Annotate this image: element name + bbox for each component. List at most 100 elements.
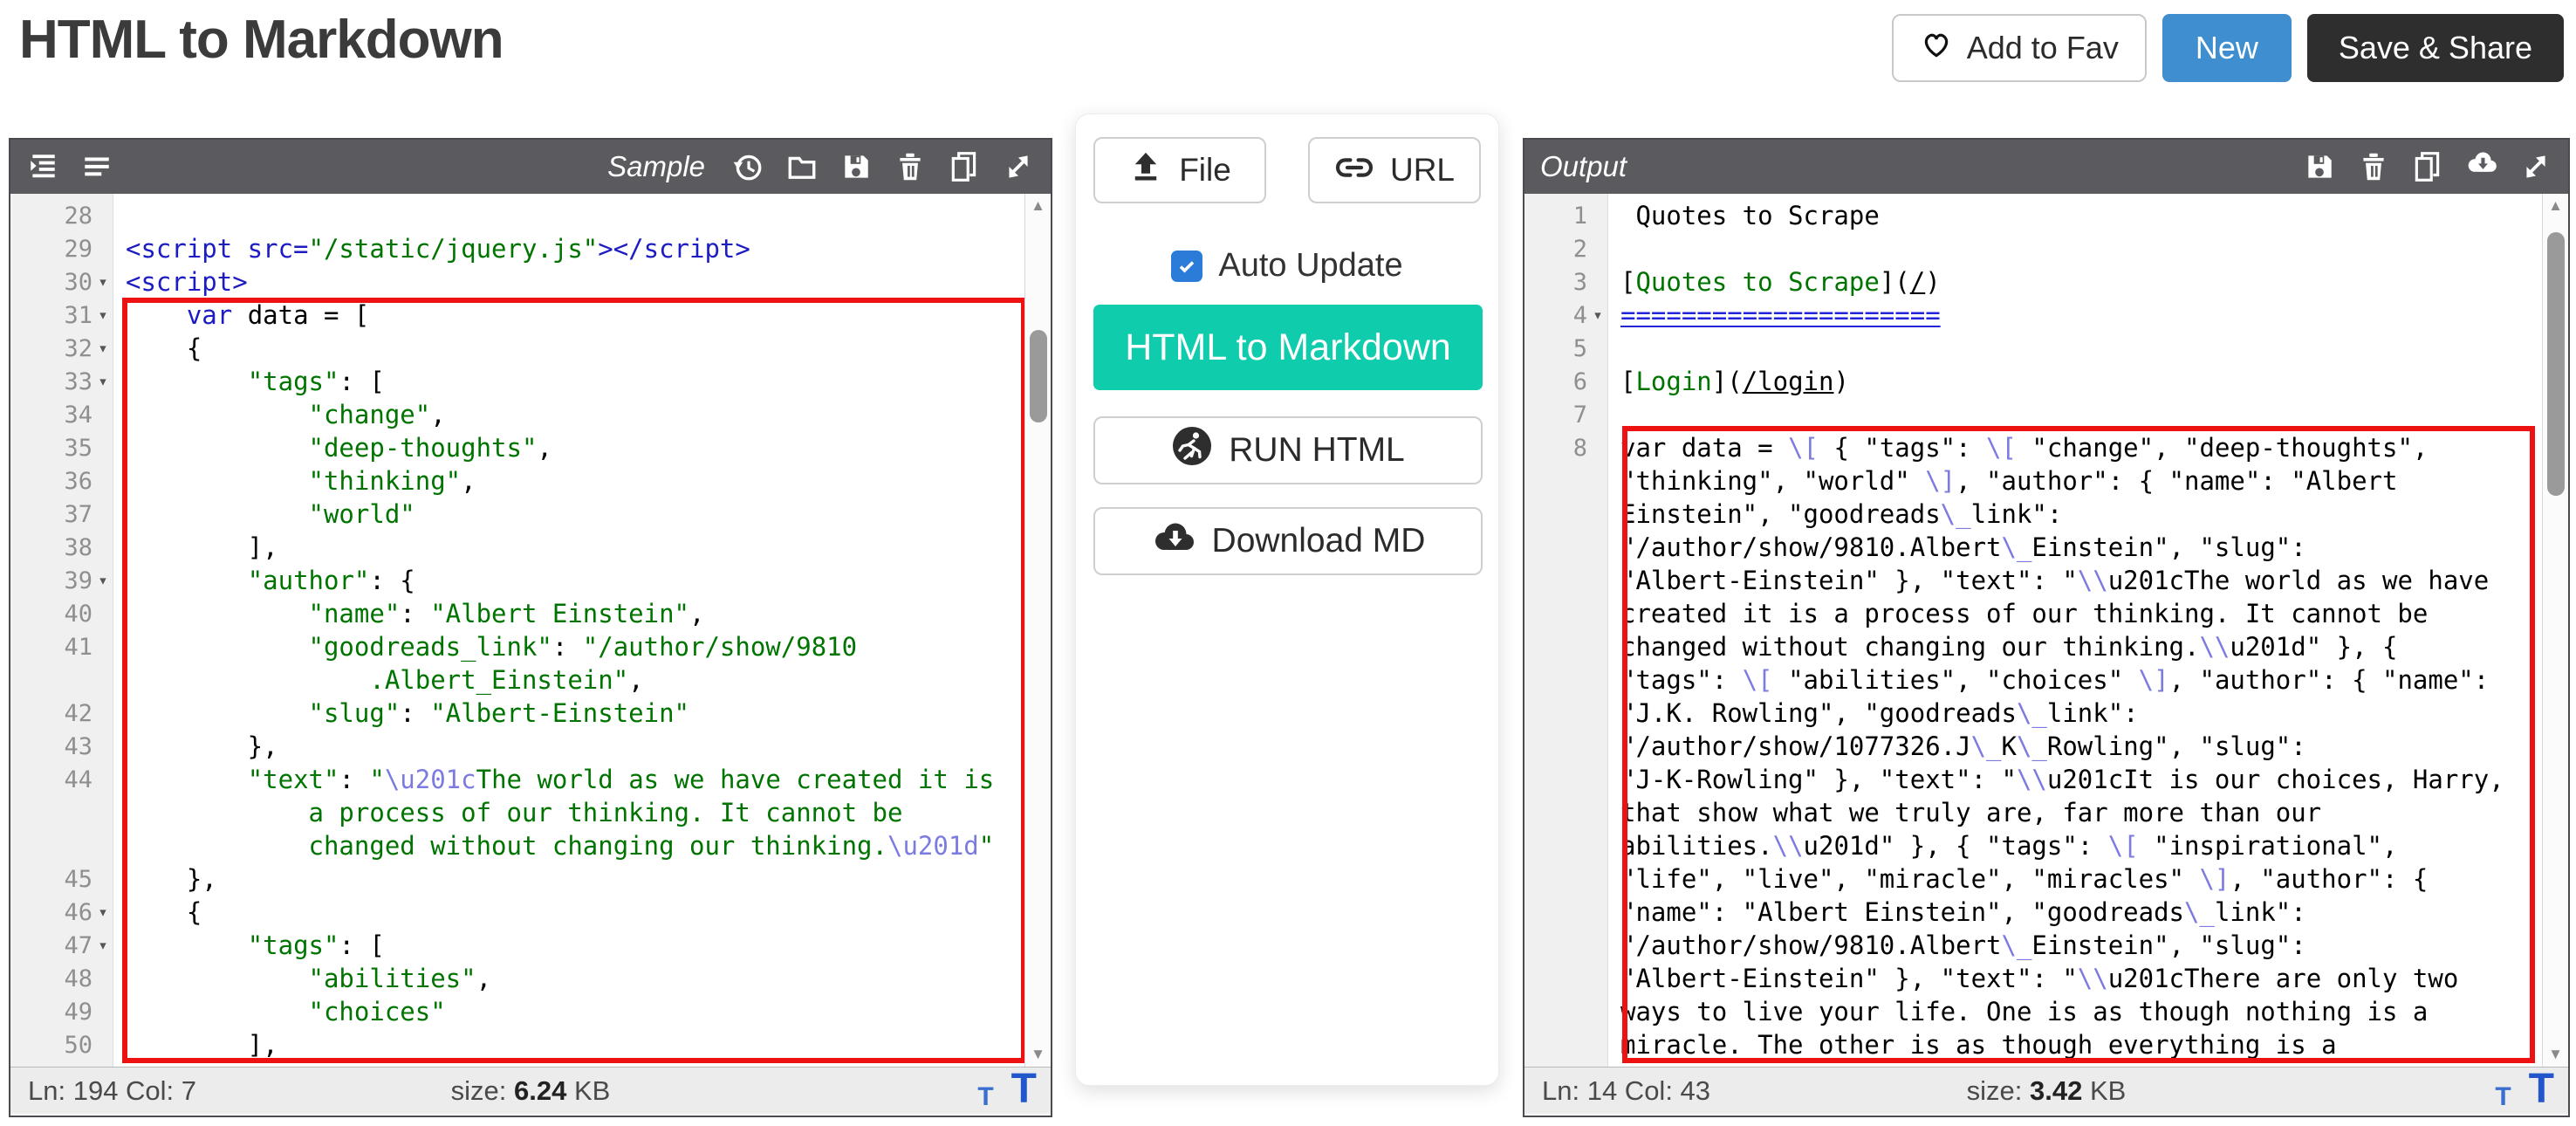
history-icon[interactable] (731, 150, 764, 183)
code-text[interactable]: { (113, 896, 1024, 929)
code-text[interactable]: var data = [ (113, 299, 1024, 332)
scroll-up-arrow[interactable]: ▲ (2543, 197, 2568, 215)
delete-icon[interactable] (894, 150, 927, 183)
upload-file-button[interactable]: File (1093, 137, 1266, 203)
code-text[interactable]: abilities.\\u201d" }, { "tags": \[ "insp… (1608, 829, 2542, 862)
code-text[interactable]: <script> (113, 265, 1024, 299)
code-text[interactable]: Einstein", "goodreads\_link": (1608, 498, 2542, 531)
fold-arrow-icon[interactable]: ▾ (92, 372, 113, 391)
code-text[interactable] (1608, 232, 2542, 265)
scrollbar-thumb[interactable] (2547, 232, 2565, 496)
save-share-button[interactable]: Save & Share (2307, 14, 2564, 82)
code-text[interactable]: "change", (113, 398, 1024, 431)
code-text[interactable] (113, 199, 1024, 232)
code-text[interactable]: created it is a process of our thinking.… (1608, 597, 2542, 630)
code-text[interactable]: that show what we truly are, far more th… (1608, 796, 2542, 829)
code-text[interactable]: "name": "Albert Einstein", (113, 597, 1024, 630)
code-text[interactable] (1608, 398, 2542, 431)
auto-update-checkbox[interactable] (1171, 251, 1202, 282)
code-text[interactable]: }, (113, 862, 1024, 896)
fullscreen-icon[interactable] (2519, 150, 2552, 183)
code-text[interactable]: "/author/show/1077326.J\_K\_Rowling", "s… (1608, 730, 2542, 763)
add-to-fav-button[interactable]: Add to Fav (1892, 14, 2147, 82)
code-text[interactable]: "Albert-Einstein" }, "text": "\\u201cThe… (1608, 962, 2542, 995)
scroll-up-arrow[interactable]: ▲ (1025, 197, 1051, 215)
output-code-line: abilities.\\u201d" }, { "tags": \[ "insp… (1524, 829, 2542, 862)
format-lines-icon[interactable] (80, 150, 113, 183)
code-text[interactable]: ===================== (1608, 299, 2542, 332)
code-text[interactable]: changed without changing our thinking.\u… (113, 829, 1024, 862)
code-text[interactable]: ], (113, 1028, 1024, 1061)
code-text[interactable]: <script src="/static/jquery.js"></script… (113, 232, 1024, 265)
code-text[interactable]: "J.K. Rowling", "goodreads\_link": (1608, 697, 2542, 730)
save-icon[interactable] (839, 150, 873, 183)
code-text[interactable]: "J-K-Rowling" }, "text": "\\u201cIt is o… (1608, 763, 2542, 796)
code-text[interactable]: ], (113, 531, 1024, 564)
scrollbar-thumb[interactable] (1030, 330, 1047, 422)
run-html-button[interactable]: RUN HTML (1093, 416, 1483, 484)
input-editor-panel: Sample 2829<script src="/static/jquery.j… (9, 138, 1052, 1117)
code-text[interactable]: { (113, 332, 1024, 365)
code-text[interactable]: [Quotes to Scrape](/) (1608, 265, 2542, 299)
cloud-download-icon (1151, 520, 1196, 562)
code-text[interactable]: "/author/show/9810.Albert\_Einstein", "s… (1608, 929, 2542, 962)
code-text[interactable]: "life", "live", "miracle", "miracles" \]… (1608, 862, 2542, 896)
download-md-button[interactable]: Download MD (1093, 507, 1483, 575)
fullscreen-icon[interactable] (1002, 150, 1035, 183)
code-text[interactable]: "goodreads_link": "/author/show/9810 (113, 630, 1024, 663)
code-text[interactable]: var data = \[ { "tags": \[ "change", "de… (1608, 431, 2542, 464)
input-code-editor[interactable]: 2829<script src="/static/jquery.js"></sc… (10, 194, 1051, 1067)
code-text[interactable]: "deep-thoughts", (113, 431, 1024, 464)
fold-arrow-icon[interactable]: ▾ (92, 272, 113, 292)
code-text[interactable]: "choices" (113, 995, 1024, 1028)
code-text[interactable]: .Albert_Einstein", (113, 663, 1024, 697)
fold-arrow-icon[interactable]: ▾ (92, 571, 113, 590)
code-text[interactable] (1608, 332, 2542, 365)
code-text[interactable]: miracle. The other is as though everythi… (1608, 1028, 2542, 1061)
font-decrease-button[interactable]: T (2495, 1084, 2511, 1110)
code-text[interactable]: "tags": [ (113, 929, 1024, 962)
code-text[interactable]: "/author/show/9810.Albert\_Einstein", "s… (1608, 531, 2542, 564)
code-text[interactable]: ways to live your life. One is as though… (1608, 995, 2542, 1028)
input-scrollbar[interactable]: ▲ ▼ (1024, 194, 1051, 1067)
convert-button[interactable]: HTML to Markdown (1093, 305, 1483, 390)
code-text[interactable]: "Albert-Einstein" }, "text": "\\u201cThe… (1608, 564, 2542, 597)
delete-icon[interactable] (2357, 150, 2390, 183)
load-url-button[interactable]: URL (1308, 137, 1481, 203)
scroll-down-arrow[interactable]: ▼ (1025, 1046, 1051, 1063)
output-scrollbar[interactable]: ▲ ▼ (2542, 194, 2568, 1067)
code-text[interactable]: "world" (113, 498, 1024, 531)
fold-arrow-icon[interactable]: ▾ (1587, 306, 1608, 325)
code-text[interactable]: "tags": [ (113, 365, 1024, 398)
sample-label[interactable]: Sample (607, 150, 705, 183)
code-text[interactable]: a process of our thinking. It cannot be (113, 796, 1024, 829)
scroll-down-arrow[interactable]: ▼ (2543, 1046, 2568, 1063)
code-text[interactable]: "name": "Albert Einstein", "goodreads\_l… (1608, 896, 2542, 929)
fold-arrow-icon[interactable]: ▾ (92, 936, 113, 955)
fold-arrow-icon[interactable]: ▾ (92, 903, 113, 922)
code-text[interactable]: "thinking", (113, 464, 1024, 498)
font-increase-button[interactable]: T (2529, 1068, 2554, 1110)
new-button[interactable]: New (2162, 14, 2292, 82)
fold-arrow-icon[interactable]: ▾ (92, 339, 113, 358)
font-increase-button[interactable]: T (1011, 1068, 1037, 1110)
fold-arrow-icon[interactable]: ▾ (92, 306, 113, 325)
code-text[interactable]: "slug": "Albert-Einstein" (113, 697, 1024, 730)
output-code-editor[interactable]: 1 Quotes to Scrape23[Quotes to Scrape](/… (1524, 194, 2568, 1067)
code-text[interactable]: }, (113, 730, 1024, 763)
copy-icon[interactable] (2411, 150, 2444, 183)
code-text[interactable]: Quotes to Scrape (1608, 199, 2542, 232)
code-text[interactable]: "abilities", (113, 962, 1024, 995)
code-text[interactable]: "text": "\u201cThe world as we have crea… (113, 763, 1024, 796)
cloud-download-icon[interactable] (2465, 150, 2498, 183)
open-folder-icon[interactable] (785, 150, 819, 183)
code-text[interactable]: "thinking", "world" \], "author": { "nam… (1608, 464, 2542, 498)
font-decrease-button[interactable]: T (977, 1084, 993, 1110)
code-text[interactable]: "tags": \[ "abilities", "choices" \], "a… (1608, 663, 2542, 697)
save-icon[interactable] (2303, 150, 2336, 183)
code-text[interactable]: [Login](/login) (1608, 365, 2542, 398)
copy-icon[interactable] (948, 150, 981, 183)
code-text[interactable]: "author": { (113, 564, 1024, 597)
code-text[interactable]: changed without changing our thinking.\\… (1608, 630, 2542, 663)
indent-code-icon[interactable] (26, 150, 59, 183)
